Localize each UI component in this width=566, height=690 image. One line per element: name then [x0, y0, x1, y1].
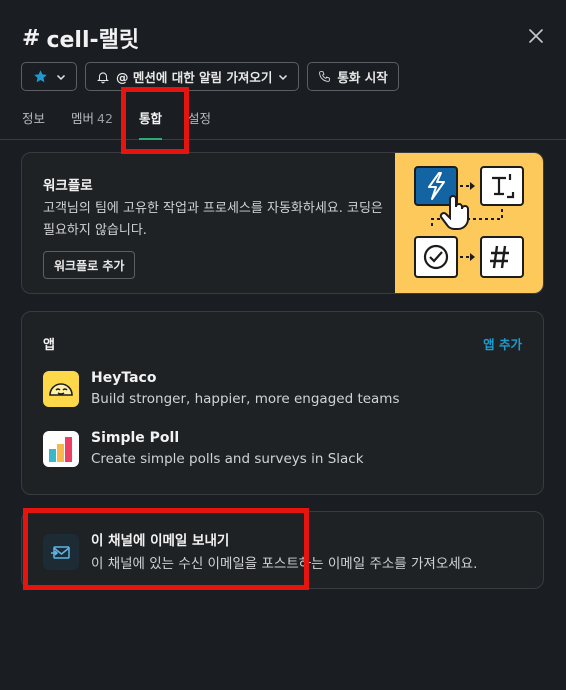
taco-icon	[43, 371, 79, 407]
channel-title: # cell-랠릿	[22, 22, 139, 54]
workflow-description: 고객님의 팀에 고유한 작업과 프로세스를 자동화하세요. 코딩은 필요하지 않…	[43, 201, 383, 238]
tab-settings[interactable]: 설정	[188, 102, 211, 139]
app-description: Build stronger, happier, more engaged te…	[91, 391, 400, 407]
add-workflow-button[interactable]: 워크플로 추가	[43, 251, 136, 279]
bell-icon	[97, 71, 109, 83]
tab-about[interactable]: 정보	[22, 102, 45, 139]
apps-heading: 앱	[43, 338, 55, 353]
star-button[interactable]	[21, 62, 77, 91]
workflow-card: 워크플로 고객님의 팀에 고유한 작업과 프로세스를 자동화하세요. 코딩은 필…	[21, 152, 544, 294]
channel-tabs: 정보 멤버 42 통합 설정	[22, 102, 237, 140]
chevron-down-icon	[279, 74, 288, 80]
channel-name: cell-랠릿	[46, 28, 140, 53]
close-icon[interactable]	[528, 28, 544, 44]
add-app-link[interactable]: 앱 추가	[483, 334, 522, 353]
tab-integrations[interactable]: 통합	[138, 102, 162, 140]
send-email-card[interactable]: 이 채널에 이메일 보내기 이 채널에 있는 수신 이메일을 포스트하는 이메일…	[21, 511, 544, 589]
list-item[interactable]: HeyTaco Build stronger, happier, more en…	[43, 368, 400, 410]
mail-arrow-icon	[43, 534, 79, 570]
channel-toolbar: @ 멘션에 대한 알림 가져오기 통화 시작	[21, 62, 399, 91]
list-item[interactable]: Simple Poll Create simple polls and surv…	[43, 428, 364, 470]
send-email-title: 이 채널에 이메일 보내기	[91, 533, 230, 549]
start-call-button[interactable]: 통화 시작	[307, 62, 399, 91]
channel-header: # cell-랠릿 @ 멘션에 대한 알림 가져오기 통화 시작 정보 멤버 4…	[0, 0, 566, 140]
start-call-label: 통화 시작	[337, 70, 388, 85]
star-icon	[33, 70, 47, 83]
member-count: 42	[97, 111, 113, 126]
app-name: HeyTaco	[91, 370, 157, 386]
apps-card: 앱 앱 추가 HeyTaco Build stronger, happier, …	[21, 311, 544, 495]
chevron-down-icon	[56, 74, 65, 80]
workflow-title: 워크플로	[43, 178, 93, 194]
send-email-description: 이 채널에 있는 수신 이메일을 포스트하는 이메일 주소를 가져오세요.	[91, 556, 478, 572]
phone-icon	[319, 71, 331, 82]
tab-members[interactable]: 멤버 42	[71, 102, 113, 139]
app-name: Simple Poll	[91, 430, 180, 446]
notification-label: @ 멘션에 대한 알림 가져오기	[116, 70, 273, 85]
hash-icon: #	[22, 25, 41, 51]
poll-icon	[43, 431, 79, 467]
app-description: Create simple polls and surveys in Slack	[91, 451, 364, 467]
workflow-illustration	[395, 153, 543, 293]
notification-button[interactable]: @ 멘션에 대한 알림 가져오기	[85, 62, 300, 91]
